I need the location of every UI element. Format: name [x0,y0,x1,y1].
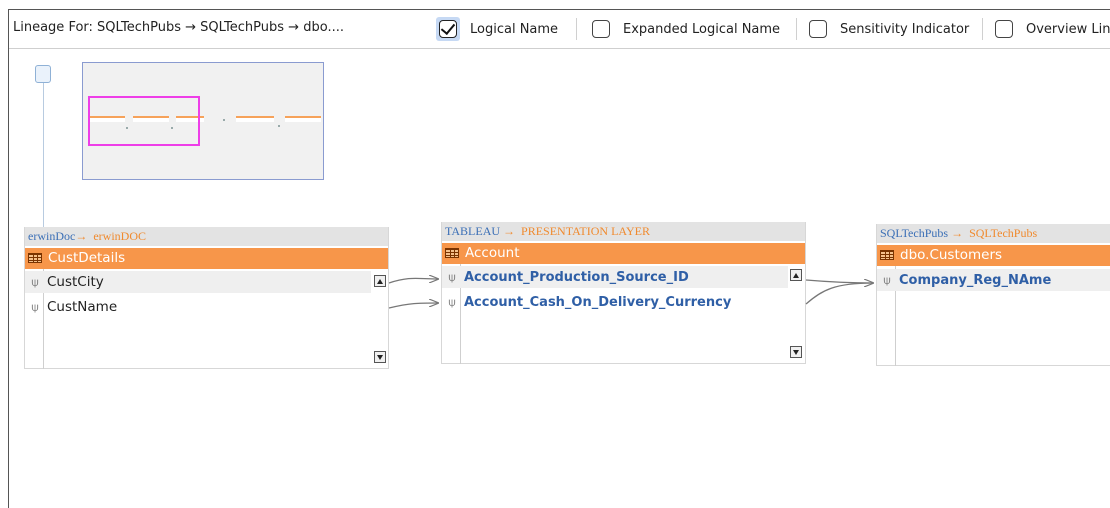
logical-name-checkbox[interactable] [439,20,457,38]
table-name: CustDetails [48,250,126,266]
toolbar-divider [982,18,983,40]
table-title[interactable]: CustDetails [25,248,388,269]
source-system: erwinDoc [28,229,76,243]
source-environment: erwinDOC [93,229,146,243]
path-arrow: → [75,229,88,243]
minimap-link [223,119,225,121]
column-row[interactable]: ⍦ CustCity [25,271,371,293]
table-title[interactable]: dbo.Customers [877,245,1110,266]
overview-link-label[interactable]: Overview Lin [1026,22,1110,37]
expanded-logical-name-option[interactable]: Expanded Logical Name [589,16,780,42]
column-row[interactable]: ⍦ CustName [25,296,371,318]
logical-name-label[interactable]: Logical Name [470,22,558,37]
overview-connector-line [43,83,44,228]
toolbar-divider [576,18,577,40]
column-key-icon: ⍦ [31,300,39,314]
table-icon [445,248,459,258]
scroll-up-button[interactable] [374,275,386,287]
column-name: CustName [47,299,118,315]
source-system: SQLTechPubs [880,226,949,240]
table-icon [880,250,894,260]
column-name: Company_Reg_NAme [899,273,1052,288]
lineage-toolbar: Lineage For: SQLTechPubs → SQLTechPubs →… [9,10,1110,49]
source-system: TABLEAU [445,224,501,238]
minimap-viewport[interactable] [88,96,200,146]
overview-link-checkbox-wrap[interactable] [992,17,1016,41]
minimap-node [236,116,274,122]
overview-link-option[interactable]: Overview Lin [992,16,1110,42]
source-environment: PRESENTATION LAYER [521,224,650,238]
toolbar-divider [796,18,797,40]
table-node-dbo-customers[interactable]: SQLTechPubs → SQLTechPubs dbo.Customers … [876,224,1110,366]
scroll-down-button[interactable] [790,346,802,358]
overview-minimap[interactable] [82,62,324,180]
sensitivity-indicator-label[interactable]: Sensitivity Indicator [840,22,969,37]
lineage-title: Lineage For: SQLTechPubs → SQLTechPubs →… [13,20,344,35]
column-key-icon: ⍦ [448,295,456,309]
table-title[interactable]: Account [442,243,805,264]
column-key-icon: ⍦ [883,273,891,287]
logical-name-option[interactable]: Logical Name [436,16,558,42]
expanded-logical-name-checkbox[interactable] [592,20,610,38]
path-arrow: → [503,224,516,238]
table-name: Account [465,245,520,261]
table-node-custdetails[interactable]: erwinDoc→ erwinDOC CustDetails ⍦ CustCity… [24,227,389,369]
column-name: CustCity [47,274,104,290]
table-name: dbo.Customers [900,247,1003,263]
source-environment: SQLTechPubs [969,226,1038,240]
column-key-icon: ⍦ [448,270,456,284]
sensitivity-indicator-option[interactable]: Sensitivity Indicator [806,16,969,42]
overview-link-checkbox[interactable] [995,20,1013,38]
logical-name-checkbox-wrap[interactable] [436,17,460,41]
overview-toggle-handle[interactable] [35,65,51,83]
minimap-link [278,125,280,127]
minimap-node [285,116,321,122]
path-arrow: → [951,226,964,240]
table-icon [28,253,42,263]
table-source-path: TABLEAU → PRESENTATION LAYER [442,222,805,241]
table-source-path: erwinDoc→ erwinDOC [25,227,388,246]
expanded-logical-name-label[interactable]: Expanded Logical Name [623,22,780,37]
sensitivity-indicator-checkbox[interactable] [809,20,827,38]
sensitivity-indicator-checkbox-wrap[interactable] [806,17,830,41]
column-name: Account_Production_Source_ID [464,270,689,285]
column-row[interactable]: ⍦ Account_Cash_On_Delivery_Currency [442,291,788,313]
expanded-logical-name-checkbox-wrap[interactable] [589,17,613,41]
column-row[interactable]: ⍦ Company_Reg_NAme [877,269,1110,291]
scroll-down-button[interactable] [374,351,386,363]
scroll-up-button[interactable] [790,269,802,281]
column-row[interactable]: ⍦ Account_Production_Source_ID [442,266,788,288]
table-node-account[interactable]: TABLEAU → PRESENTATION LAYER Account ⍦ Ac… [441,222,806,364]
column-name: Account_Cash_On_Delivery_Currency [464,295,732,310]
column-key-icon: ⍦ [31,275,39,289]
table-source-path: SQLTechPubs → SQLTechPubs [877,224,1110,243]
